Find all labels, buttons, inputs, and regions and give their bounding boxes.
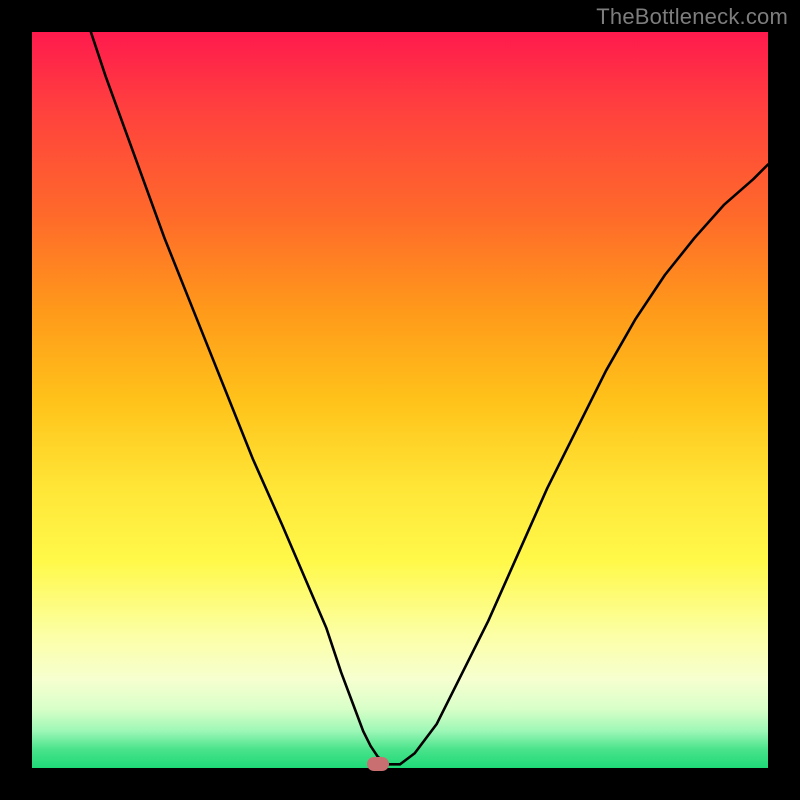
- watermark-text: TheBottleneck.com: [596, 4, 788, 30]
- plot-area: [32, 32, 768, 768]
- chart-curve: [32, 32, 768, 768]
- chart-frame: TheBottleneck.com: [0, 0, 800, 800]
- bottleneck-marker: [367, 757, 389, 771]
